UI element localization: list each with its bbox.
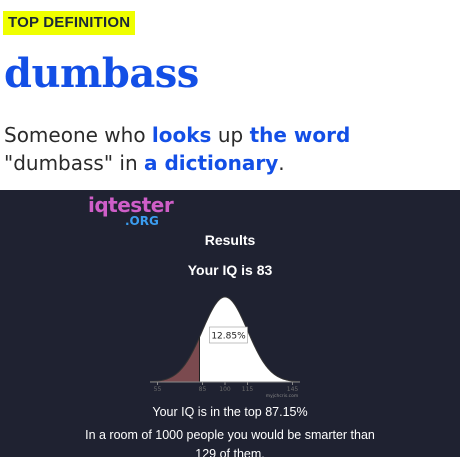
definition-text-segment: "dumbass" in	[4, 151, 144, 175]
top-percent-text: Your IQ is in the top 87.15%	[152, 405, 308, 419]
x-tick-label: 115	[242, 386, 254, 393]
x-tick-label: 85	[199, 386, 207, 393]
definition-link[interactable]: a dictionary	[144, 151, 278, 175]
definition-word[interactable]: dumbass	[4, 50, 199, 98]
definition-link[interactable]: looks	[152, 123, 212, 147]
x-tick-label: 100	[219, 386, 231, 393]
percent-label: 12.85%	[211, 332, 246, 342]
iq-distribution-chart: 55 85 100 115 145 12.85% myjchcris.com	[149, 296, 301, 399]
iq-results-panel: iqtester .ORG Results Your IQ is 83 55 85…	[0, 190, 460, 461]
definition-text-segment: Someone who	[4, 123, 152, 147]
definition-text-segment: .	[278, 151, 285, 175]
x-tick-label: 145	[287, 386, 299, 393]
definition-text-segment: up	[211, 123, 250, 147]
definition-link[interactable]: the word	[250, 123, 351, 147]
room-text-line-1: In a room of 1000 people you would be sm…	[85, 428, 375, 442]
x-tick-label: 55	[154, 386, 162, 393]
logo-main-text: iqtester	[88, 193, 174, 217]
results-title: Results	[204, 232, 256, 248]
watermark-text: myjchcris.com	[266, 393, 299, 399]
top-definition-badge: TOP DEFINITION	[3, 11, 136, 35]
definition-text: Someone who looks up the word "dumbass" …	[4, 121, 456, 177]
iqtester-logo[interactable]: iqtester .ORG	[88, 194, 174, 234]
logo-sub-text: .ORG	[125, 214, 159, 228]
iq-score: Your IQ is 83	[187, 262, 273, 278]
definition-card: TOP DEFINITION dumbass Someone who looks…	[0, 0, 460, 190]
room-text-line-2: 129 of them.	[195, 447, 265, 461]
